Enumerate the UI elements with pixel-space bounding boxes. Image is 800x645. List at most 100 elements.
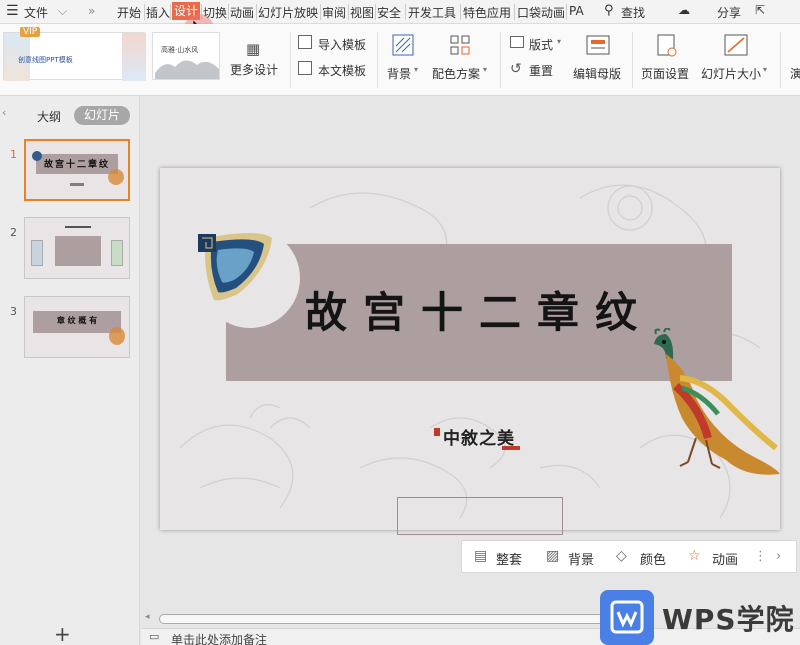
- empty-placeholder[interactable]: [397, 497, 563, 535]
- search-button[interactable]: 查找: [621, 4, 645, 21]
- dropdown-arrow-icon[interactable]: ▾: [483, 65, 487, 74]
- tab-divider: [405, 4, 406, 20]
- tab-divider: [375, 4, 376, 20]
- edit-master-button[interactable]: 编辑母版: [573, 65, 621, 82]
- tab-divider: [144, 4, 145, 20]
- peacock-icon: [109, 327, 125, 345]
- add-slide-icon[interactable]: +: [54, 622, 71, 645]
- cloud-icon[interactable]: ☁: [678, 3, 690, 17]
- fan-ornament-icon: [198, 233, 272, 301]
- full-set-button[interactable]: 整套: [496, 549, 522, 568]
- more-designs-button[interactable]: 更多设计: [230, 61, 278, 78]
- slide-size-icon[interactable]: [724, 34, 748, 56]
- template-title: 高雅·山水风: [161, 46, 199, 54]
- template-thumbnail-1[interactable]: 创意线图PPT模板: [3, 32, 146, 81]
- grid-icon[interactable]: ▦: [246, 40, 260, 58]
- presenter-button[interactable]: 演: [790, 65, 800, 82]
- tab-slides[interactable]: 幻灯片: [74, 106, 131, 125]
- layout-button[interactable]: 版式: [529, 36, 553, 53]
- peacock-icon: [654, 328, 780, 475]
- tab-review[interactable]: 审阅: [322, 4, 346, 21]
- import-template-icon[interactable]: [298, 35, 312, 49]
- tab-security[interactable]: 安全: [377, 4, 401, 21]
- template-title: 创意线图PPT模板: [18, 56, 73, 64]
- thumb-image: [31, 240, 43, 266]
- tab-insert[interactable]: 插入: [146, 4, 170, 21]
- thumb-title: 章 纹 概 有: [56, 316, 98, 325]
- thumb-content-box: [55, 236, 101, 266]
- more-icon[interactable]: ⋮: [754, 549, 767, 564]
- background-button[interactable]: 背景: [387, 65, 411, 82]
- tab-special[interactable]: 特色应用: [463, 4, 511, 21]
- fan-ornament-icon: [32, 151, 42, 161]
- background-icon[interactable]: [392, 34, 414, 56]
- color-scheme-button[interactable]: 配色方案: [432, 65, 480, 82]
- color-scheme-icon[interactable]: [449, 34, 471, 56]
- vip-badge: VIP: [20, 27, 41, 37]
- slide-thumbnail-2[interactable]: [24, 217, 130, 279]
- scrollbar-thumb[interactable]: [159, 614, 609, 624]
- tab-slideshow[interactable]: 幻灯片放映: [258, 4, 318, 21]
- slide-number: 3: [10, 305, 17, 318]
- tab-developer[interactable]: 开发工具: [408, 4, 456, 21]
- import-template-button[interactable]: 导入模板: [318, 36, 366, 53]
- tab-divider: [170, 4, 171, 20]
- color-button[interactable]: 颜色: [640, 549, 666, 568]
- search-icon[interactable]: ⚲: [604, 3, 614, 18]
- ribbon-divider: [377, 32, 378, 88]
- template-thumbnail-2[interactable]: 高雅·山水风: [152, 32, 220, 80]
- dropdown-arrow-icon[interactable]: ▾: [414, 65, 418, 74]
- page-setup-button[interactable]: 页面设置: [641, 65, 689, 82]
- text-template-button[interactable]: 本文模板: [318, 62, 366, 79]
- double-chevron-icon[interactable]: »: [88, 4, 95, 18]
- tab-divider: [256, 4, 257, 20]
- slide-thumbnail-3[interactable]: 章 纹 概 有: [24, 296, 130, 358]
- menu-bar: ☰ 文件 ⌵ » 开始 插入 设计 切换 动画 幻灯片放映 审阅 视图 安全 开…: [0, 0, 800, 24]
- thumb-title: 故宫十二章纹: [43, 160, 110, 170]
- ribbon-divider: [500, 32, 501, 88]
- menu-icon[interactable]: ☰: [6, 3, 19, 19]
- tab-home[interactable]: 开始: [117, 4, 141, 21]
- scroll-left-icon[interactable]: ◂: [145, 612, 150, 622]
- ribbon-divider: [632, 32, 633, 88]
- reset-button[interactable]: 重置: [529, 62, 553, 79]
- notes-placeholder: 单击此处添加备注: [171, 633, 268, 645]
- logo-seal: [502, 446, 520, 450]
- tab-divider: [566, 4, 567, 20]
- layout-icon[interactable]: [510, 36, 524, 48]
- tab-pa[interactable]: PA: [569, 4, 584, 18]
- dropdown-arrow-icon[interactable]: ▾: [763, 65, 767, 74]
- template-set-icon[interactable]: ▤: [474, 548, 487, 564]
- dropdown-arrow-icon[interactable]: ▾: [557, 37, 561, 46]
- edit-master-icon[interactable]: [586, 35, 610, 55]
- text-template-icon[interactable]: [298, 61, 312, 75]
- star-icon[interactable]: ☆: [688, 548, 701, 564]
- animation-button[interactable]: 动画: [712, 549, 738, 568]
- ribbon: 创意线图PPT模板 VIP 高雅·山水风 ▦ 更多设计 导入模板 本文模板 背景…: [0, 24, 800, 96]
- notes-icon: ▭: [149, 630, 160, 643]
- tab-animation[interactable]: 动画: [230, 4, 254, 21]
- slide-thumbnail-1[interactable]: 故宫十二章纹: [24, 139, 130, 201]
- background-icon[interactable]: ▨: [546, 548, 559, 564]
- chevron-down-icon[interactable]: ⌵: [58, 4, 67, 19]
- slide-canvas[interactable]: 故宫十二章纹 中敘之美: [160, 168, 780, 535]
- thumb-image: [111, 240, 123, 266]
- slide-number: 1: [10, 148, 17, 161]
- page-setup-icon[interactable]: [656, 34, 678, 58]
- chevron-right-icon[interactable]: ›: [776, 549, 781, 564]
- file-menu[interactable]: 文件: [24, 4, 48, 21]
- tab-divider: [514, 4, 515, 20]
- reset-icon[interactable]: ↺: [510, 61, 522, 77]
- collapse-panel-icon[interactable]: ‹: [2, 106, 6, 119]
- share-button[interactable]: 分享: [717, 4, 741, 21]
- logo-seal: [434, 428, 440, 436]
- tab-view[interactable]: 视图: [350, 4, 374, 21]
- background-button[interactable]: 背景: [568, 549, 594, 568]
- slide-size-button[interactable]: 幻灯片大小: [701, 65, 761, 82]
- peacock-icon: [108, 169, 124, 185]
- paint-bucket-icon[interactable]: ◇: [616, 548, 627, 564]
- slide-number: 2: [10, 226, 17, 239]
- tab-outline[interactable]: 大纲: [37, 108, 61, 125]
- tab-pocket-animation[interactable]: 口袋动画: [517, 4, 565, 21]
- collapse-ribbon-icon[interactable]: ⇱: [755, 3, 765, 17]
